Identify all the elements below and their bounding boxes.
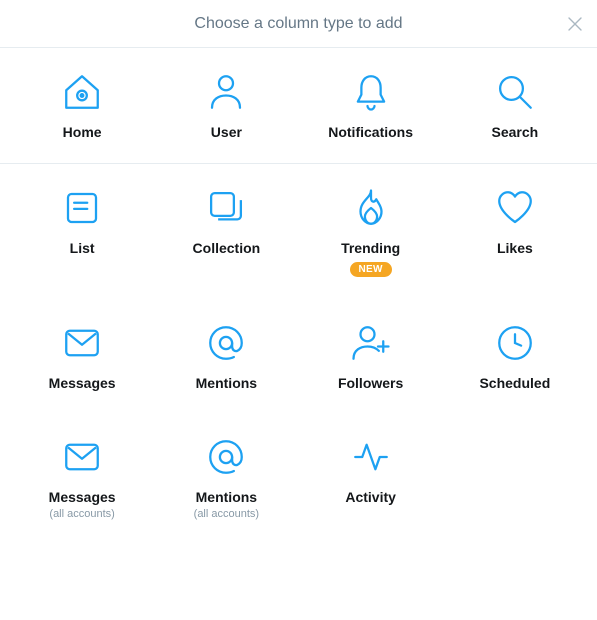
column-type-likes[interactable]: Likes	[443, 186, 587, 277]
column-type-trending[interactable]: Trending NEW	[299, 186, 443, 277]
column-type-label: Collection	[193, 240, 261, 257]
close-icon	[567, 16, 583, 32]
bell-icon	[349, 70, 393, 114]
column-type-sublabel: (all accounts)	[194, 508, 259, 520]
activity-icon	[349, 435, 393, 479]
column-type-mentions[interactable]: Mentions	[154, 321, 298, 392]
column-type-label: Likes	[497, 240, 533, 257]
at-icon	[204, 435, 248, 479]
column-type-collection[interactable]: Collection	[154, 186, 298, 277]
column-type-label: Home	[63, 124, 102, 141]
column-type-label: Messages	[49, 375, 116, 392]
dialog-header: Choose a column type to add	[0, 0, 597, 48]
secondary-section: List Collection Trending NEW	[0, 163, 597, 542]
new-badge: NEW	[350, 262, 392, 277]
column-type-scheduled[interactable]: Scheduled	[443, 321, 587, 392]
envelope-icon	[60, 321, 104, 365]
column-type-activity[interactable]: Activity	[299, 435, 443, 520]
column-type-label: User	[211, 124, 242, 141]
search-icon	[493, 70, 537, 114]
column-type-list[interactable]: List	[10, 186, 154, 277]
column-type-label: Followers	[338, 375, 403, 392]
at-icon	[204, 321, 248, 365]
close-button[interactable]	[567, 16, 583, 32]
column-type-home[interactable]: Home	[10, 70, 154, 141]
home-icon	[60, 70, 104, 114]
dialog-title: Choose a column type to add	[194, 15, 402, 33]
column-type-messages-all[interactable]: Messages (all accounts)	[10, 435, 154, 520]
column-type-label: Mentions	[196, 375, 257, 392]
heart-icon	[493, 186, 537, 230]
column-type-label: Activity	[345, 489, 396, 506]
column-type-label: Trending	[341, 240, 400, 257]
column-type-user[interactable]: User	[154, 70, 298, 141]
column-type-notifications[interactable]: Notifications	[299, 70, 443, 141]
column-type-label: Scheduled	[479, 375, 550, 392]
column-type-sublabel: (all accounts)	[49, 508, 114, 520]
primary-section: Home User Notifications	[0, 48, 597, 163]
user-plus-icon	[349, 321, 393, 365]
flame-icon	[349, 186, 393, 230]
collection-icon	[204, 186, 248, 230]
column-type-messages[interactable]: Messages	[10, 321, 154, 392]
column-type-label: Search	[492, 124, 539, 141]
column-type-label: Notifications	[328, 124, 413, 141]
envelope-icon	[60, 435, 104, 479]
clock-icon	[493, 321, 537, 365]
column-type-mentions-all[interactable]: Mentions (all accounts)	[154, 435, 298, 520]
column-type-search[interactable]: Search	[443, 70, 587, 141]
user-icon	[204, 70, 248, 114]
column-type-label: Messages	[49, 489, 116, 506]
list-icon	[60, 186, 104, 230]
column-type-label: Mentions	[196, 489, 257, 506]
column-type-label: List	[70, 240, 95, 257]
column-type-followers[interactable]: Followers	[299, 321, 443, 392]
